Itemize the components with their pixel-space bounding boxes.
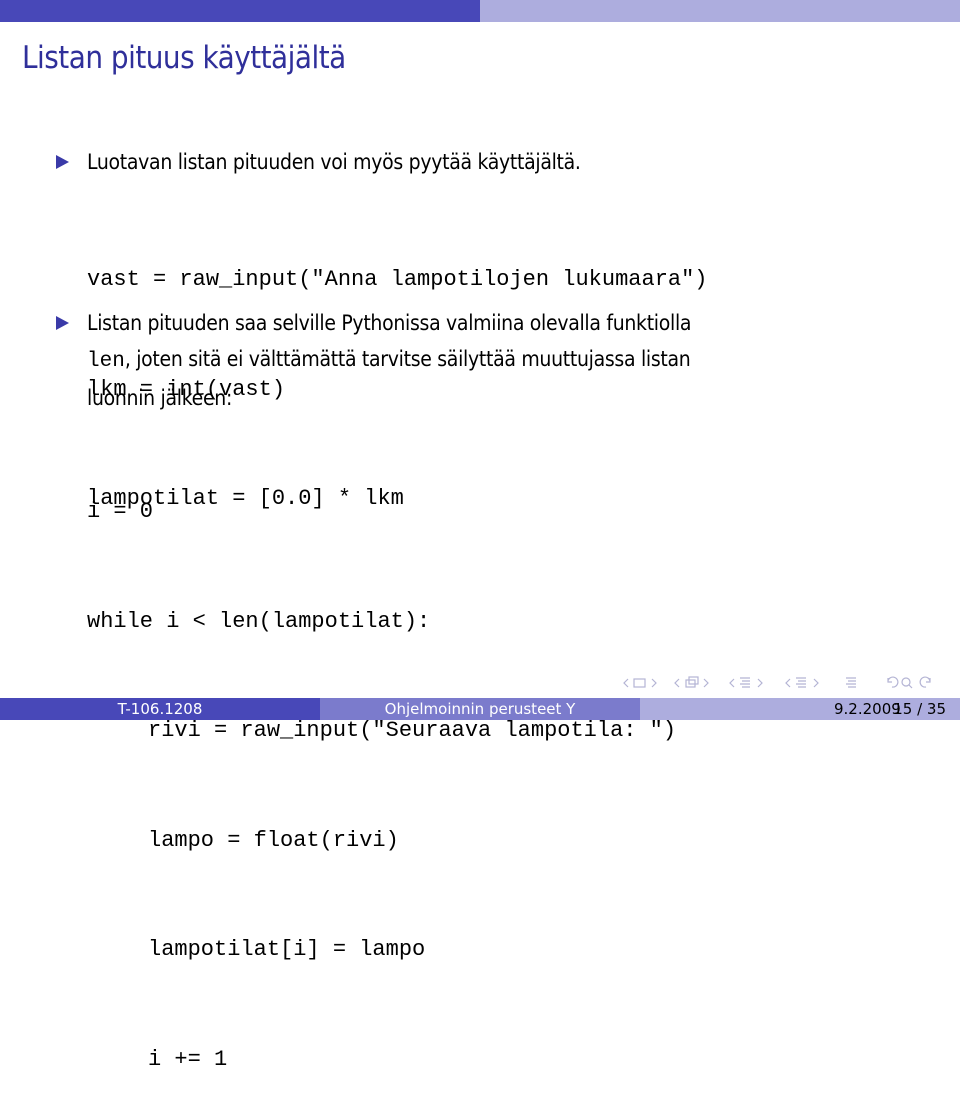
bullet-triangle-icon [56, 155, 69, 169]
bullet-item: Luotavan listan pituuden voi myös pyytää… [56, 144, 936, 180]
undo-icon[interactable] [887, 676, 899, 688]
footer-date: 9.2.2009 [834, 700, 901, 718]
frame-icon [633, 678, 646, 688]
page-current: 15 [893, 700, 913, 718]
subsection-icon [740, 677, 750, 688]
navigation-icons [623, 676, 931, 689]
nav-right-arrow-icon [703, 678, 709, 688]
toc-icon[interactable] [846, 677, 856, 688]
nav-left-arrow-icon [785, 678, 791, 688]
code-line: lampotilat[i] = lampo [148, 937, 426, 962]
page-total: 35 [926, 700, 946, 718]
nav-right-arrow-icon [651, 678, 657, 688]
nav-left-arrow-icon [729, 678, 735, 688]
nav-right-arrow-icon [813, 678, 819, 688]
code-line: i += 1 [148, 1046, 228, 1072]
document-nav[interactable] [785, 677, 819, 688]
bullet-text-line: luonnin jälkeen: [87, 386, 233, 410]
inline-code: len [87, 350, 125, 373]
navigation-bar [622, 674, 952, 692]
bullet-text-fragment: , joten sitä ei välttämättä tarvitse säi… [124, 347, 691, 371]
footer-info: 9.2.2009 15 / 35 [640, 698, 960, 720]
subsection-nav[interactable] [674, 676, 709, 688]
bullet-text: Luotavan listan pituuden voi myös pyytää… [87, 150, 581, 174]
footer-course-code: T-106.1208 [0, 698, 320, 720]
bullet-text-line: len, joten sitä ei välttämättä tarvitse … [87, 341, 936, 380]
code-line: vast = raw_input("Anna lampotilojen luku… [87, 267, 708, 292]
code-line: lampo = float(rivi) [148, 827, 399, 853]
bullet-item: Listan pituuden saa selville Pythonissa … [56, 305, 936, 416]
slide-title: Listan pituus käyttäjältä [22, 40, 346, 76]
code-block: i = 0 while i < len(lampotilat): rivi = … [87, 421, 676, 1115]
section-icon [796, 677, 806, 688]
header-bar-left [0, 0, 480, 22]
page-separator: / [917, 700, 923, 718]
bullet-triangle-icon [56, 316, 69, 330]
nav-left-arrow-icon [623, 678, 629, 688]
frame-nav[interactable] [623, 678, 657, 688]
search-icon[interactable] [901, 677, 913, 689]
header-bar [0, 0, 960, 22]
nav-left-arrow-icon [674, 678, 680, 688]
header-bar-right [480, 0, 960, 22]
code-line: i = 0 [87, 499, 154, 524]
footer-course-name: Ohjelmoinnin perusteet Y [320, 698, 640, 720]
redo-icon[interactable] [919, 676, 931, 688]
section-nav[interactable] [729, 677, 763, 688]
code-line: while i < len(lampotilat): [87, 608, 431, 634]
bullet-text-line: Listan pituuden saa selville Pythonissa … [87, 311, 692, 335]
footer-page-number: 15 / 35 [893, 698, 946, 720]
footer-bar: T-106.1208 Ohjelmoinnin perusteet Y 9.2.… [0, 698, 960, 720]
nav-right-arrow-icon [757, 678, 763, 688]
